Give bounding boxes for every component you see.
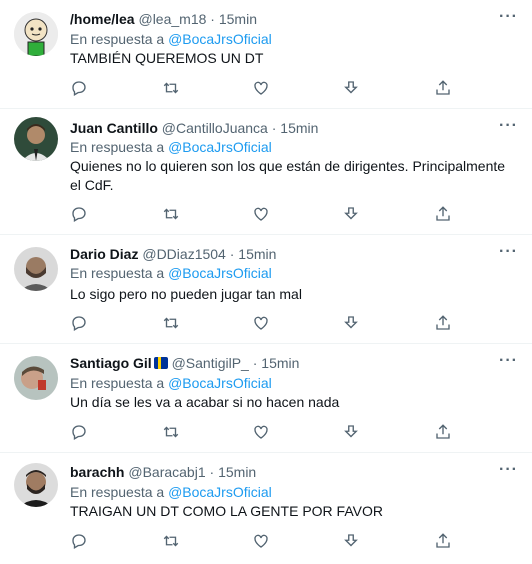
like-icon[interactable] bbox=[252, 314, 270, 332]
more-icon[interactable]: ··· bbox=[499, 9, 518, 25]
reply-icon[interactable] bbox=[70, 423, 88, 441]
like-icon[interactable] bbox=[252, 79, 270, 97]
separator: · bbox=[210, 11, 215, 27]
avatar[interactable] bbox=[14, 356, 58, 400]
user-name[interactable]: barachh bbox=[70, 464, 124, 480]
tweet-header: barachh @Baracabj1 · 15min bbox=[70, 463, 256, 481]
reply-to-link[interactable]: @BocaJrsOficial bbox=[168, 265, 272, 281]
tweet-actions bbox=[70, 423, 450, 441]
separator: · bbox=[252, 355, 258, 371]
separator: · bbox=[209, 464, 215, 480]
reply-icon[interactable] bbox=[70, 532, 88, 550]
user-name[interactable]: Santiago Gil bbox=[70, 355, 152, 371]
timestamp[interactable]: 15min bbox=[218, 464, 256, 480]
avatar[interactable] bbox=[14, 247, 58, 291]
reply-context: En respuesta a @BocaJrsOficial bbox=[70, 30, 272, 48]
reply-context: En respuesta a @BocaJrsOficial bbox=[70, 264, 272, 282]
cartoon-avatar-icon bbox=[14, 12, 58, 56]
tweet-text: Lo sigo pero no pueden jugar tan mal bbox=[70, 286, 302, 302]
more-icon[interactable]: ··· bbox=[499, 462, 518, 478]
tweet[interactable]: barachh @Baracabj1 · 15min ··· En respue… bbox=[0, 453, 532, 564]
retweet-icon[interactable] bbox=[162, 423, 180, 441]
reply-to-link[interactable]: @BocaJrsOficial bbox=[168, 31, 272, 47]
tweet-actions bbox=[70, 314, 450, 332]
user-handle[interactable]: @Baracabj1 bbox=[128, 464, 205, 480]
more-icon[interactable]: ··· bbox=[499, 244, 518, 260]
reply-prefix: En respuesta a bbox=[70, 484, 165, 500]
share-icon[interactable] bbox=[434, 79, 452, 97]
profile-photo bbox=[14, 356, 58, 400]
like-icon[interactable] bbox=[252, 423, 270, 441]
profile-photo bbox=[14, 463, 58, 507]
reply-context: En respuesta a @BocaJrsOficial bbox=[70, 138, 272, 156]
tweet-text: TAMBIÉN QUEREMOS UN DT bbox=[70, 50, 264, 66]
avatar[interactable] bbox=[14, 463, 58, 507]
like-icon[interactable] bbox=[252, 205, 270, 223]
tweet-header: Dario Diaz @DDiaz1504 · 15min bbox=[70, 245, 276, 263]
reply-prefix: En respuesta a bbox=[70, 31, 165, 47]
reply-icon[interactable] bbox=[70, 205, 88, 223]
share-icon[interactable] bbox=[434, 532, 452, 550]
tweet[interactable]: Juan Cantillo @CantilloJuanca · 15min ··… bbox=[0, 109, 532, 235]
download-icon[interactable] bbox=[342, 423, 360, 441]
more-icon[interactable]: ··· bbox=[499, 353, 518, 369]
tweet-actions bbox=[70, 532, 450, 550]
timestamp[interactable]: 15min bbox=[261, 355, 299, 371]
retweet-icon[interactable] bbox=[162, 79, 180, 97]
separator: · bbox=[271, 120, 277, 136]
share-icon[interactable] bbox=[434, 205, 452, 223]
user-handle[interactable]: @lea_m18 bbox=[138, 11, 206, 27]
share-icon[interactable] bbox=[434, 314, 452, 332]
download-icon[interactable] bbox=[342, 314, 360, 332]
profile-photo bbox=[14, 117, 58, 161]
retweet-icon[interactable] bbox=[162, 532, 180, 550]
download-icon[interactable] bbox=[342, 532, 360, 550]
reply-prefix: En respuesta a bbox=[70, 265, 165, 281]
profile-photo bbox=[14, 247, 58, 291]
timestamp[interactable]: 15min bbox=[280, 120, 318, 136]
tweet-actions bbox=[70, 79, 450, 97]
tweet[interactable]: Dario Diaz @DDiaz1504 · 15min ··· En res… bbox=[0, 235, 532, 344]
tweet-header: /home/lea @lea_m18 · 15min bbox=[70, 10, 257, 28]
reply-context: En respuesta a @BocaJrsOficial bbox=[70, 483, 272, 501]
more-icon[interactable]: ··· bbox=[499, 118, 518, 134]
tweet-header: Juan Cantillo @CantilloJuanca · 15min bbox=[70, 119, 318, 137]
user-name[interactable]: /home/lea bbox=[70, 11, 135, 27]
download-icon[interactable] bbox=[342, 205, 360, 223]
user-handle[interactable]: @DDiaz1504 bbox=[142, 246, 225, 262]
tweet[interactable]: Santiago Gil @SantigilP_ · 15min ··· En … bbox=[0, 344, 532, 453]
tweet-text: TRAIGAN UN DT COMO LA GENTE POR FAVOR bbox=[70, 503, 383, 519]
flag-emoji-icon bbox=[153, 357, 168, 369]
user-handle[interactable]: @CantilloJuanca bbox=[162, 120, 268, 136]
avatar[interactable] bbox=[14, 12, 58, 56]
tweet-text: Quienes no lo quieren son los que están … bbox=[70, 158, 506, 193]
reply-to-link[interactable]: @BocaJrsOficial bbox=[168, 139, 272, 155]
user-handle[interactable]: @SantigilP_ bbox=[172, 355, 249, 371]
download-icon[interactable] bbox=[342, 79, 360, 97]
tweet-header: Santiago Gil @SantigilP_ · 15min bbox=[70, 354, 299, 372]
reply-icon[interactable] bbox=[70, 79, 88, 97]
reply-to-link[interactable]: @BocaJrsOficial bbox=[168, 484, 272, 500]
retweet-icon[interactable] bbox=[162, 314, 180, 332]
tweet-actions bbox=[70, 205, 450, 223]
reply-icon[interactable] bbox=[70, 314, 88, 332]
separator: · bbox=[229, 246, 235, 262]
reply-context: En respuesta a @BocaJrsOficial bbox=[70, 374, 272, 392]
reply-prefix: En respuesta a bbox=[70, 139, 165, 155]
like-icon[interactable] bbox=[252, 532, 270, 550]
tweet[interactable]: /home/lea @lea_m18 · 15min ··· En respue… bbox=[0, 0, 532, 109]
tweet-text: Un día se les va a acabar si no hacen na… bbox=[70, 394, 340, 410]
user-name[interactable]: Juan Cantillo bbox=[70, 120, 158, 136]
timestamp[interactable]: 15min bbox=[238, 246, 276, 262]
avatar[interactable] bbox=[14, 117, 58, 161]
reply-to-link[interactable]: @BocaJrsOficial bbox=[168, 375, 272, 391]
reply-prefix: En respuesta a bbox=[70, 375, 165, 391]
share-icon[interactable] bbox=[434, 423, 452, 441]
user-name[interactable]: Dario Diaz bbox=[70, 246, 138, 262]
timestamp[interactable]: 15min bbox=[219, 11, 257, 27]
retweet-icon[interactable] bbox=[162, 205, 180, 223]
